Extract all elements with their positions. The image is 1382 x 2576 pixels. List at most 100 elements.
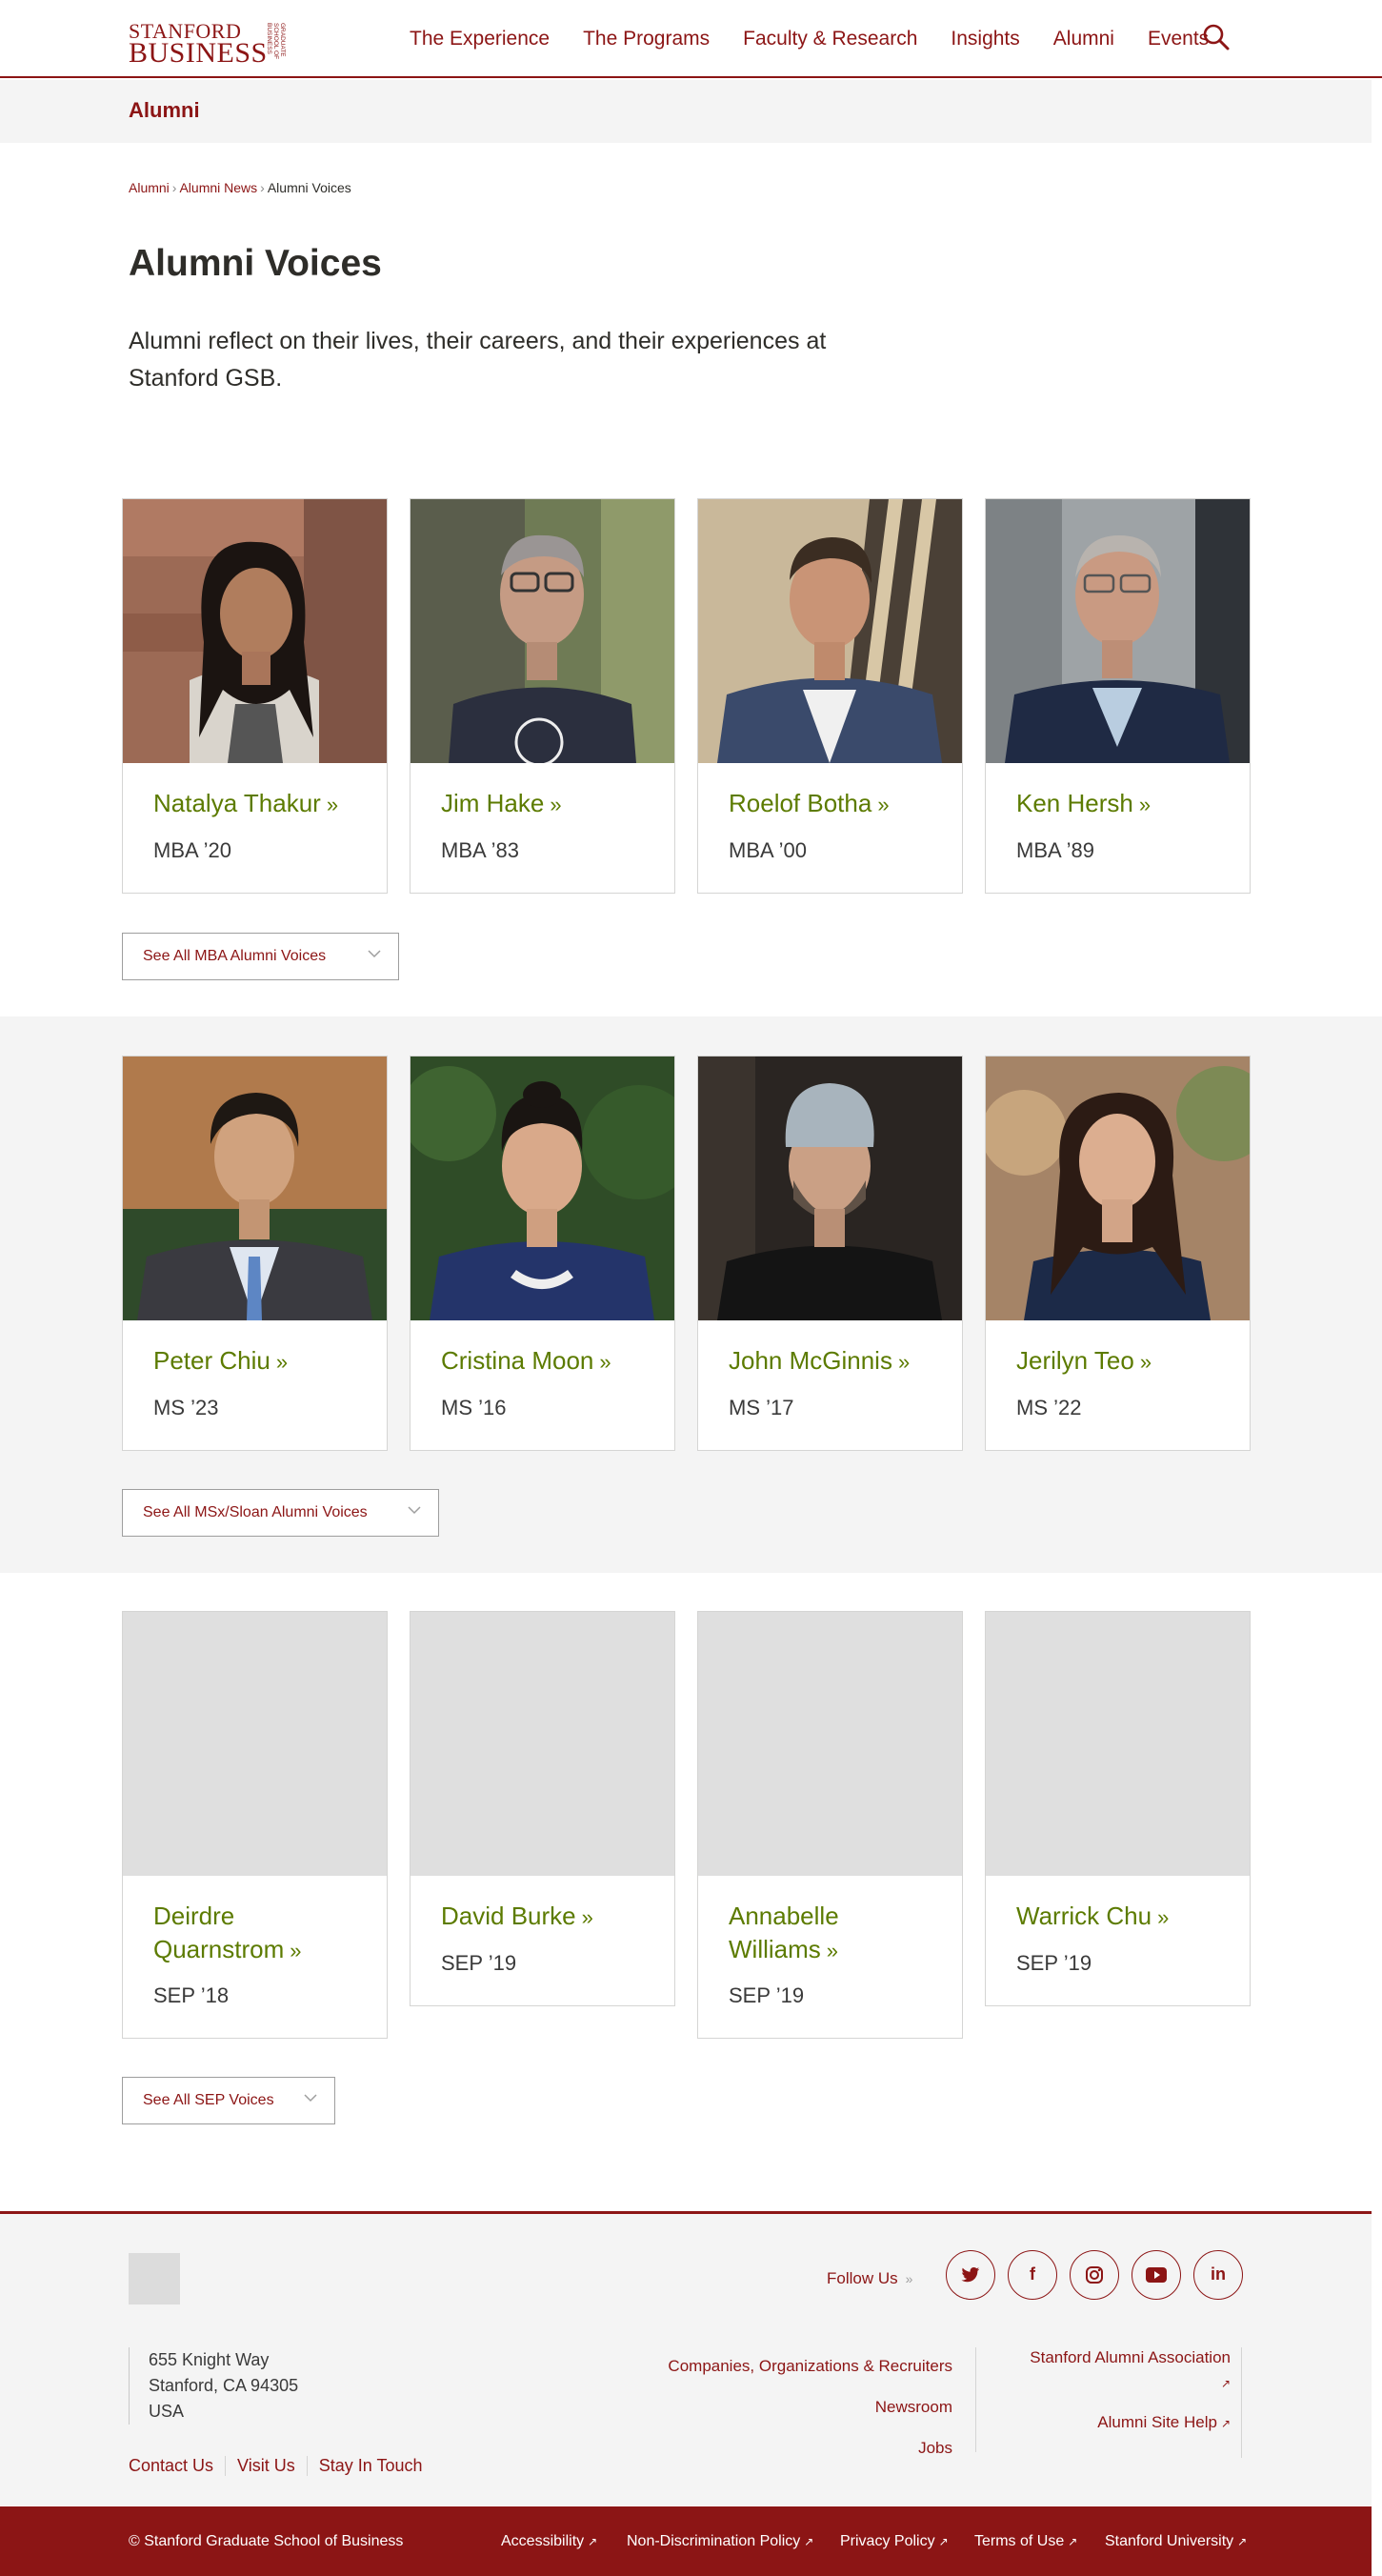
- twitter-icon[interactable]: [946, 2250, 995, 2300]
- stanford-alumni-association-link[interactable]: Stanford Alumni Association ↗: [1000, 2345, 1231, 2396]
- jobs-link[interactable]: Jobs: [610, 2427, 952, 2468]
- breadcrumb-alumni[interactable]: Alumni: [129, 180, 170, 195]
- follow-us-label: Follow Us: [827, 2269, 898, 2287]
- facebook-icon[interactable]: f: [1008, 2250, 1057, 2300]
- alumni-photo-placeholder: [123, 1612, 387, 1876]
- alumni-name-link[interactable]: David Burke»: [441, 1900, 660, 1934]
- external-link-icon: ↗: [588, 2535, 598, 2548]
- voice-card[interactable]: Ken Hersh» MBA ’89: [985, 498, 1251, 894]
- accessibility-link[interactable]: Accessibility ↗: [501, 2533, 597, 2550]
- youtube-icon[interactable]: [1132, 2250, 1181, 2300]
- newsroom-link[interactable]: Newsroom: [610, 2386, 952, 2427]
- nav-events[interactable]: Events: [1148, 28, 1209, 50]
- voice-card[interactable]: Roelof Botha» MBA ’00: [697, 498, 963, 894]
- voice-card[interactable]: Jerilyn Teo» MS ’22: [985, 1056, 1251, 1451]
- alumni-name-link[interactable]: Annabelle Williams»: [729, 1900, 948, 1967]
- alumni-photo: [123, 499, 387, 763]
- voice-card[interactable]: Natalya Thakur» MBA ’20: [122, 498, 388, 894]
- instagram-icon[interactable]: [1070, 2250, 1119, 2300]
- alumni-degree-year: MS ’23: [153, 1396, 219, 1419]
- alumni-degree-year: SEP ’19: [1016, 1951, 1092, 1975]
- alumni-degree-year: SEP ’19: [441, 1951, 517, 1975]
- footer-right-links: Stanford Alumni Association ↗ Alumni Site…: [1000, 2345, 1231, 2432]
- sep-voices-section: Deirdre Quarnstrom» SEP ’18 David Burke»…: [0, 1573, 1382, 2144]
- voice-card[interactable]: Deirdre Quarnstrom» SEP ’18: [122, 1611, 388, 2039]
- alumni-degree-year: MS ’16: [441, 1396, 507, 1419]
- non-discrimination-link[interactable]: Non-Discrimination Policy ↗: [627, 2533, 813, 2550]
- voice-card[interactable]: Cristina Moon» MS ’16: [410, 1056, 675, 1451]
- alumni-name-link[interactable]: Peter Chiu»: [153, 1344, 372, 1379]
- external-link-icon: ↗: [1068, 2535, 1078, 2548]
- alumni-name-link[interactable]: Natalya Thakur»: [153, 787, 372, 821]
- nav-insights[interactable]: Insights: [951, 28, 1019, 50]
- logo-side-text: GRADUATE SCHOOL OF BUSINESS: [266, 23, 286, 60]
- external-link-icon: ↗: [938, 2535, 949, 2548]
- external-link-icon: ↗: [1237, 2535, 1248, 2548]
- visit-us-link[interactable]: Visit Us: [225, 2456, 307, 2476]
- linkedin-icon[interactable]: in: [1193, 2250, 1243, 2300]
- alumni-degree-year: MBA ’20: [153, 838, 231, 862]
- alumni-photo: [411, 499, 674, 763]
- see-all-mba-dropdown[interactable]: See All MBA Alumni Voices: [122, 933, 399, 980]
- alumni-name-link[interactable]: Jerilyn Teo»: [1016, 1344, 1235, 1379]
- nav-the-experience[interactable]: The Experience: [410, 28, 550, 50]
- address-line: Stanford, CA 94305: [149, 2376, 299, 2395]
- terms-of-use-link[interactable]: Terms of Use ↗: [974, 2533, 1077, 2550]
- main-nav: The Experience The Programs Faculty & Re…: [410, 28, 1209, 50]
- breadcrumb-alumni-news[interactable]: Alumni News: [179, 180, 257, 195]
- site-footer: Follow Us » f in 655 Knight Way Stanford,…: [0, 2211, 1372, 2506]
- logo-line2: BUSINESS: [129, 37, 268, 69]
- privacy-policy-link[interactable]: Privacy Policy ↗: [840, 2533, 949, 2550]
- section-bar: Alumni: [0, 80, 1372, 143]
- alumni-name-link[interactable]: Deirdre Quarnstrom»: [153, 1900, 372, 1967]
- contact-us-link[interactable]: Contact Us: [129, 2456, 225, 2476]
- footer-mid-links: Companies, Organizations & Recruiters Ne…: [610, 2345, 952, 2468]
- see-all-label: See All MBA Alumni Voices: [143, 948, 327, 964]
- nav-alumni[interactable]: Alumni: [1053, 28, 1114, 50]
- external-link-icon: ↗: [1220, 2417, 1231, 2430]
- voice-card[interactable]: Warrick Chu» SEP ’19: [985, 1611, 1251, 2006]
- footer-logo[interactable]: [129, 2253, 180, 2304]
- footer-contact-links: Contact Us Visit Us Stay In Touch: [129, 2456, 433, 2476]
- stanford-gsb-logo[interactable]: STANFORD BUSINESS GRADUATE SCHOOL OF BUS…: [129, 19, 286, 69]
- breadcrumb-separator: ›: [260, 180, 265, 195]
- external-link-icon: ↗: [1220, 2377, 1231, 2390]
- nav-the-programs[interactable]: The Programs: [583, 28, 710, 50]
- alumni-degree-year: MBA ’00: [729, 838, 807, 862]
- alumni-degree-year: SEP ’19: [729, 1983, 805, 2007]
- chevron-down-icon: [408, 1503, 421, 1517]
- chevron-down-icon: [304, 2091, 317, 2104]
- section-title[interactable]: Alumni: [129, 98, 200, 123]
- voice-card[interactable]: Peter Chiu» MS ’23: [122, 1056, 388, 1451]
- divider: [1241, 2347, 1242, 2458]
- nav-faculty-research[interactable]: Faculty & Research: [743, 28, 917, 50]
- alumni-name-link[interactable]: John McGinnis»: [729, 1344, 948, 1379]
- alumni-degree-year: MS ’22: [1016, 1396, 1082, 1419]
- alumni-name-link[interactable]: Cristina Moon»: [441, 1344, 660, 1379]
- alumni-photo: [986, 499, 1250, 763]
- stay-in-touch-link[interactable]: Stay In Touch: [306, 2456, 434, 2476]
- alumni-name-link[interactable]: Warrick Chu»: [1016, 1900, 1235, 1934]
- alumni-name-link[interactable]: Jim Hake»: [441, 787, 660, 821]
- alumni-photo: [986, 1057, 1250, 1320]
- stanford-university-link[interactable]: Stanford University ↗: [1105, 2533, 1247, 2550]
- alumni-photo-placeholder: [411, 1612, 674, 1876]
- page-intro: Alumni reflect on their lives, their car…: [129, 328, 827, 392]
- search-icon[interactable]: [1202, 23, 1231, 51]
- voice-card[interactable]: Jim Hake» MBA ’83: [410, 498, 675, 894]
- alumni-name-link[interactable]: Ken Hersh»: [1016, 787, 1235, 821]
- follow-us: Follow Us »: [827, 2269, 912, 2288]
- voice-card[interactable]: Annabelle Williams» SEP ’19: [697, 1611, 963, 2039]
- address-line: 655 Knight Way: [149, 2350, 270, 2369]
- msx-voices-section: Peter Chiu» MS ’23 Cristina Moon» MS ’16…: [0, 1016, 1382, 1573]
- alumni-name-link[interactable]: Roelof Botha»: [729, 787, 948, 821]
- alumni-degree-year: MBA ’83: [441, 838, 519, 862]
- voice-card[interactable]: David Burke» SEP ’19: [410, 1611, 675, 2006]
- companies-recruiters-link[interactable]: Companies, Organizations & Recruiters: [610, 2345, 952, 2386]
- see-all-msx-dropdown[interactable]: See All MSx/Sloan Alumni Voices: [122, 1489, 439, 1537]
- voice-card[interactable]: John McGinnis» MS ’17: [697, 1056, 963, 1451]
- alumni-site-help-link[interactable]: Alumni Site Help ↗: [1000, 2413, 1231, 2432]
- see-all-sep-dropdown[interactable]: See All SEP Voices: [122, 2077, 335, 2124]
- page-title: Alumni Voices: [129, 243, 382, 284]
- alumni-photo: [698, 499, 962, 763]
